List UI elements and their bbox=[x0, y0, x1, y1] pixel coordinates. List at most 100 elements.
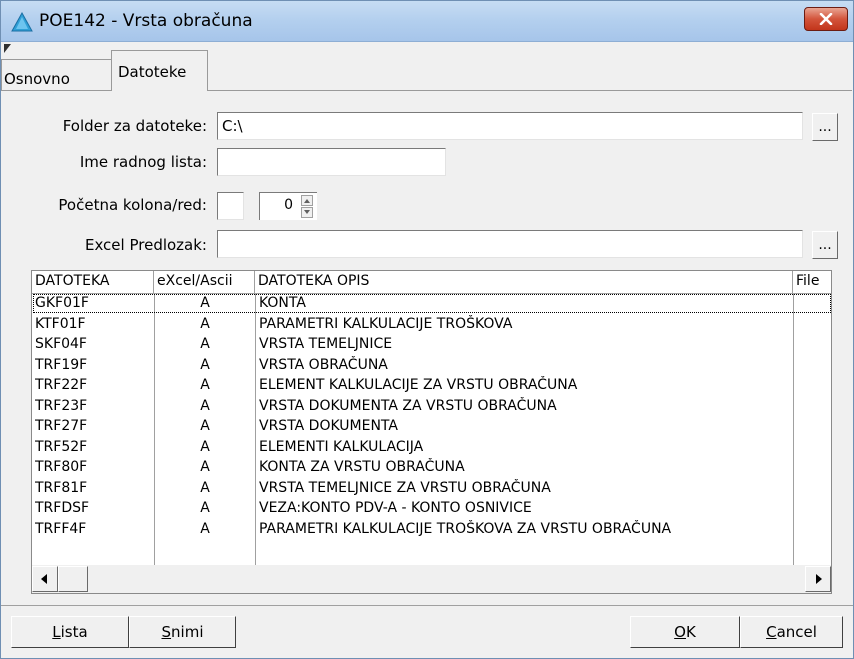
cancel-accel: C bbox=[766, 623, 777, 641]
spin-up-button[interactable] bbox=[301, 195, 313, 206]
folder-label: Folder za datoteke: bbox=[62, 117, 207, 135]
sheet-label: Ime radnog lista: bbox=[79, 153, 207, 171]
cell-excel-ascii: A bbox=[200, 520, 210, 537]
close-button[interactable] bbox=[804, 7, 848, 31]
table-row[interactable]: SKF04F A VRSTA TEMELJNICE bbox=[33, 335, 831, 354]
cell-datoteka: TRF80F bbox=[35, 459, 88, 475]
cell-excel-ascii: A bbox=[200, 459, 210, 475]
cancel-button[interactable]: Cancel bbox=[740, 616, 843, 648]
cell-opis: ELEMENTI KALKULACIJA bbox=[259, 438, 424, 455]
table-row[interactable]: TRF80F A KONTA ZA VRSTU OBRAČUNA bbox=[33, 458, 831, 477]
table-row[interactable]: TRF27F A VRSTA DOKUMENTA bbox=[33, 417, 831, 436]
files-grid[interactable]: DATOTEKA eXcel/Ascii DATOTEKA OPIS File … bbox=[31, 270, 832, 594]
start-row-value[interactable]: 0 bbox=[259, 192, 299, 220]
lista-accel: L bbox=[52, 623, 61, 641]
template-input[interactable] bbox=[217, 230, 803, 258]
lista-post: ista bbox=[60, 623, 88, 641]
arrow-down-icon bbox=[304, 210, 310, 214]
column-header-file[interactable]: File bbox=[793, 271, 831, 293]
cell-datoteka: GKF01F bbox=[35, 295, 89, 311]
arrow-left-icon bbox=[41, 574, 47, 584]
cell-opis: VRSTA OBRAČUNA bbox=[259, 356, 388, 373]
cell-datoteka: KTF01F bbox=[35, 315, 86, 332]
cell-excel-ascii: A bbox=[200, 479, 210, 496]
scroll-thumb[interactable] bbox=[58, 566, 88, 592]
cell-opis: VRSTA TEMELJNICE ZA VRSTU OBRAČUNA bbox=[259, 479, 551, 496]
cell-opis: KONTA bbox=[259, 295, 306, 311]
close-icon bbox=[819, 13, 833, 25]
cancel-post: ancel bbox=[776, 623, 817, 641]
table-row[interactable]: TRFF4F A PARAMETRI KALKULACIJE TROŠKOVA ZA… bbox=[33, 520, 831, 539]
table-row[interactable]: TRF19F A VRSTA OBRAČUNA bbox=[33, 356, 831, 375]
table-row[interactable]: TRF23F A VRSTA DOKUMENTA ZA VRSTU OBRAČUNA bbox=[33, 397, 831, 416]
spin-down-button[interactable] bbox=[301, 207, 313, 218]
start-row-stepper[interactable]: 0 bbox=[259, 192, 317, 220]
column-header-opis[interactable]: DATOTEKA OPIS bbox=[255, 271, 793, 293]
table-row[interactable]: TRF52F A ELEMENTI KALKULACIJA bbox=[33, 438, 831, 457]
cell-excel-ascii: A bbox=[200, 397, 210, 414]
column-header-datoteka[interactable]: DATOTEKA bbox=[32, 271, 154, 293]
bottom-separator bbox=[1, 605, 853, 606]
cell-datoteka: TRF27F bbox=[35, 418, 88, 434]
lista-button[interactable]: Lista bbox=[11, 616, 129, 648]
cell-datoteka: SKF04F bbox=[35, 336, 87, 352]
arrow-right-icon bbox=[816, 574, 822, 584]
cell-opis: VEZA:KONTO PDV-A - KONTO OSNIVICE bbox=[259, 500, 532, 516]
cell-excel-ascii: A bbox=[200, 315, 210, 332]
triangle-app-icon bbox=[11, 12, 33, 32]
ok-post: K bbox=[685, 623, 696, 641]
snimi-post: nimi bbox=[171, 623, 204, 641]
column-header-excel-ascii[interactable]: eXcel/Ascii bbox=[154, 271, 255, 293]
tab-datoteke[interactable]: Datoteke bbox=[111, 50, 208, 91]
cell-datoteka: TRF19F bbox=[35, 356, 88, 373]
start-label: Početna kolona/red: bbox=[58, 196, 207, 214]
snimi-button[interactable]: Snimi bbox=[129, 616, 236, 648]
folder-input[interactable] bbox=[217, 112, 803, 140]
folder-browse-button[interactable]: ... bbox=[812, 113, 838, 141]
window-title: POE142 - Vrsta obračuna bbox=[39, 11, 253, 31]
cell-excel-ascii: A bbox=[200, 336, 210, 352]
cell-opis: PARAMETRI KALKULACIJE TROŠKOVA bbox=[259, 315, 513, 332]
cell-datoteka: TRFF4F bbox=[35, 520, 87, 537]
cell-opis: VRSTA DOKUMENTA ZA VRSTU OBRAČUNA bbox=[259, 397, 557, 414]
cell-opis: VRSTA DOKUMENTA bbox=[259, 418, 398, 434]
scroll-right-button[interactable] bbox=[805, 566, 831, 592]
cell-excel-ascii: A bbox=[200, 356, 210, 373]
dialog-window: POE142 - Vrsta obračuna Osnovno Datoteke… bbox=[0, 0, 854, 659]
cell-datoteka: TRFDSF bbox=[35, 500, 90, 516]
table-row[interactable]: KTF01F A PARAMETRI KALKULACIJE TROŠKOVA bbox=[33, 315, 831, 334]
tab-osnovno[interactable]: Osnovno bbox=[1, 59, 111, 91]
arrow-up-icon bbox=[304, 199, 310, 203]
sheet-input[interactable] bbox=[217, 148, 446, 176]
snimi-accel: S bbox=[161, 623, 172, 641]
cell-datoteka: TRF22F bbox=[35, 377, 88, 393]
cell-datoteka: TRF52F bbox=[35, 438, 88, 455]
horizontal-scrollbar[interactable] bbox=[32, 565, 831, 593]
ok-accel: O bbox=[674, 623, 686, 641]
cell-excel-ascii: A bbox=[200, 438, 210, 455]
cell-excel-ascii: A bbox=[200, 377, 210, 393]
tab-osnovno-label: Osnovno bbox=[4, 70, 70, 88]
system-corner-icon bbox=[4, 44, 11, 53]
title-bar[interactable]: POE142 - Vrsta obračuna bbox=[1, 1, 853, 42]
cell-opis: PARAMETRI KALKULACIJE TROŠKOVA ZA VRSTU … bbox=[259, 520, 672, 537]
template-label: Excel Predlozak: bbox=[84, 236, 207, 254]
start-column-input[interactable] bbox=[217, 192, 244, 220]
cell-excel-ascii: A bbox=[200, 418, 210, 434]
stepper-arrows bbox=[299, 192, 317, 220]
cell-opis: VRSTA TEMELJNICE bbox=[259, 336, 393, 352]
table-row[interactable]: TRF81F A VRSTA TEMELJNICE ZA VRSTU OBRAČUN… bbox=[33, 479, 831, 498]
cell-opis: ELEMENT KALKULACIJE ZA VRSTU OBRAČUNA bbox=[259, 377, 578, 393]
ok-button[interactable]: OK bbox=[630, 616, 740, 648]
cell-excel-ascii: A bbox=[200, 500, 210, 516]
template-browse-button[interactable]: ... bbox=[812, 231, 838, 259]
table-row[interactable]: TRF22F A ELEMENT KALKULACIJE ZA VRSTU OBRA… bbox=[33, 376, 831, 395]
cell-datoteka: TRF23F bbox=[35, 397, 88, 414]
cell-datoteka: TRF81F bbox=[35, 479, 88, 496]
cell-opis: KONTA ZA VRSTU OBRAČUNA bbox=[259, 459, 465, 475]
tab-datoteke-label: Datoteke bbox=[118, 63, 187, 81]
table-row[interactable]: GKF01F A KONTA bbox=[33, 294, 831, 313]
scroll-left-button[interactable] bbox=[32, 566, 58, 592]
table-row[interactable]: TRFDSF A VEZA:KONTO PDV-A - KONTO OSNIVICE bbox=[33, 499, 831, 518]
grid-header: DATOTEKA eXcel/Ascii DATOTEKA OPIS File bbox=[32, 271, 831, 294]
